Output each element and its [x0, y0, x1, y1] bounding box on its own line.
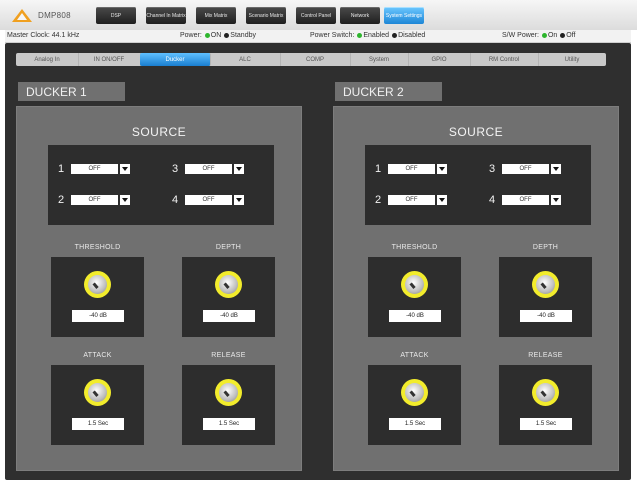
topnav-mix-matrix[interactable]: Mix Matrix	[196, 7, 236, 24]
topnav-system-settings[interactable]: System Settings	[384, 7, 424, 24]
ducker-1-depth-control: DEPTH -40 dB	[182, 244, 275, 337]
master-clock-status: Master Clock: 44.1 kHz	[7, 32, 80, 39]
ducker-2-title: DUCKER 2	[335, 82, 442, 101]
power-status: Power: ON Standby	[180, 32, 256, 39]
sw-power-status: S/W Power: On Off	[502, 32, 576, 39]
chevron-down-icon[interactable]	[120, 195, 130, 205]
ducker-2-source-title: SOURCE	[448, 125, 504, 139]
ducker-1-source-2: 2 OFF	[58, 193, 138, 207]
title-bar: DMP808 DSP Channel In Matrix Mix Matrix …	[0, 0, 637, 30]
depth-value-field[interactable]: -40 dB	[203, 310, 255, 322]
threshold-knob[interactable]	[401, 271, 428, 298]
ducker-1-source-title: SOURCE	[131, 125, 187, 139]
tab-alc[interactable]: ALC	[210, 53, 281, 66]
ducker-2-source-1: 1 OFF	[375, 162, 455, 176]
topnav-dsp[interactable]: DSP	[96, 7, 136, 24]
tab-analog-in[interactable]: Analog In	[16, 53, 79, 66]
chevron-down-icon[interactable]	[437, 195, 447, 205]
enabled-indicator-icon[interactable]	[357, 32, 363, 38]
main-panel: Analog In IN ON/OFF Ducker ALC COMP Syst…	[5, 43, 631, 480]
tab-utility[interactable]: Utility	[538, 53, 606, 66]
disabled-indicator-icon[interactable]	[392, 32, 398, 38]
depth-knob[interactable]	[532, 271, 559, 298]
depth-knob[interactable]	[215, 271, 242, 298]
topnav-scenario-matrix[interactable]: Scenario Matrix	[246, 7, 286, 24]
threshold-value-field[interactable]: -40 dB	[389, 310, 441, 322]
ducker-2-attack-control: ATTACK 1.5 Sec	[368, 352, 461, 445]
attack-knob[interactable]	[401, 379, 428, 406]
release-knob[interactable]	[532, 379, 559, 406]
ducker-1-attack-control: ATTACK 1.5 Sec	[51, 352, 144, 445]
ducker-1-threshold-control: THRESHOLD -40 dB	[51, 244, 144, 337]
ducker-1-release-control: RELEASE 1.5 Sec	[182, 352, 275, 445]
source-select[interactable]: OFF	[502, 195, 549, 205]
ducker-1-title: DUCKER 1	[18, 82, 125, 101]
ducker-1-source-1: 1 OFF	[58, 162, 138, 176]
chevron-down-icon[interactable]	[551, 164, 561, 174]
ducker-2-threshold-control: THRESHOLD -40 dB	[368, 244, 461, 337]
threshold-knob[interactable]	[84, 271, 111, 298]
sw-off-indicator-icon[interactable]	[560, 32, 566, 38]
ducker-2-source-box: 1 OFF 3 OFF 2 OFF 4 OFF	[365, 145, 591, 225]
source-select[interactable]: OFF	[388, 195, 435, 205]
standby-indicator-icon[interactable]	[224, 32, 230, 38]
tab-system[interactable]: System	[350, 53, 409, 66]
ducker-1-source-3: 3 OFF	[172, 162, 252, 176]
on-indicator-icon[interactable]	[204, 32, 210, 38]
ducker-2-depth-control: DEPTH -40 dB	[499, 244, 592, 337]
ducker-2-release-control: RELEASE 1.5 Sec	[499, 352, 592, 445]
ducker-2-source-3: 3 OFF	[489, 162, 569, 176]
tab-in-on-off[interactable]: IN ON/OFF	[78, 53, 141, 66]
status-bar: Master Clock: 44.1 kHz Power: ON Standby P…	[5, 30, 631, 43]
attack-value-field[interactable]: 1.5 Sec	[389, 418, 441, 430]
sw-on-indicator-icon[interactable]	[541, 32, 547, 38]
topnav-control-panel[interactable]: Control Panel	[296, 7, 336, 24]
ducker-2-source-4: 4 OFF	[489, 193, 569, 207]
chevron-down-icon[interactable]	[234, 164, 244, 174]
chevron-down-icon[interactable]	[234, 195, 244, 205]
tab-comp[interactable]: COMP	[280, 53, 351, 66]
source-select[interactable]: OFF	[71, 195, 118, 205]
power-switch-status: Power Switch: Enabled Disabled	[310, 32, 426, 39]
tab-bar: Analog In IN ON/OFF Ducker ALC COMP Syst…	[16, 53, 606, 66]
topnav-network[interactable]: Network	[340, 7, 380, 24]
tab-gpio[interactable]: GPIO	[408, 53, 471, 66]
attack-value-field[interactable]: 1.5 Sec	[72, 418, 124, 430]
source-select[interactable]: OFF	[185, 164, 232, 174]
source-select[interactable]: OFF	[185, 195, 232, 205]
release-value-field[interactable]: 1.5 Sec	[203, 418, 255, 430]
chevron-down-icon[interactable]	[437, 164, 447, 174]
chevron-down-icon[interactable]	[120, 164, 130, 174]
source-select[interactable]: OFF	[71, 164, 118, 174]
threshold-value-field[interactable]: -40 dB	[72, 310, 124, 322]
chevron-down-icon[interactable]	[551, 195, 561, 205]
tab-rm-control[interactable]: RM Control	[470, 53, 539, 66]
release-knob[interactable]	[215, 379, 242, 406]
ducker-1-panel: SOURCE 1 OFF 3 OFF 2 OFF 4 OFF THRESHOLD…	[16, 106, 302, 471]
topnav-channel-in-matrix[interactable]: Channel In Matrix	[146, 7, 186, 24]
release-value-field[interactable]: 1.5 Sec	[520, 418, 572, 430]
attack-knob[interactable]	[84, 379, 111, 406]
ducker-1-source-box: 1 OFF 3 OFF 2 OFF 4 OFF	[48, 145, 274, 225]
ducker-2-source-2: 2 OFF	[375, 193, 455, 207]
ducker-2-panel: SOURCE 1 OFF 3 OFF 2 OFF 4 OFF THRESHOLD…	[333, 106, 619, 471]
app-name: DMP808	[38, 11, 71, 20]
tab-ducker[interactable]: Ducker	[140, 53, 211, 66]
source-select[interactable]: OFF	[388, 164, 435, 174]
ducker-1-source-4: 4 OFF	[172, 193, 252, 207]
depth-value-field[interactable]: -40 dB	[520, 310, 572, 322]
source-select[interactable]: OFF	[502, 164, 549, 174]
triangle-logo-icon	[12, 9, 32, 22]
